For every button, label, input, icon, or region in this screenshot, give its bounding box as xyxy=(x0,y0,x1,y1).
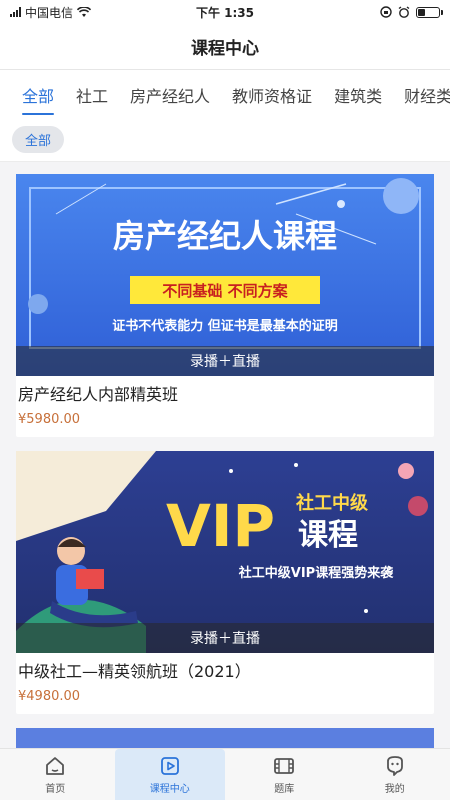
home-icon xyxy=(46,756,65,775)
nav-home-label: 首页 xyxy=(45,783,66,795)
banner-slogan: 证书不代表能力 但证书是最基本的证明 xyxy=(112,318,338,334)
tab-construction[interactable]: 建筑类 xyxy=(334,71,382,117)
banner-tagline: 不同基础 不同方案 xyxy=(162,282,288,300)
course-list[interactable]: 房产经纪人课程 不同基础 不同方案 证书不代表能力 但证书是最基本的证明 录播＋… xyxy=(0,162,450,752)
banner-sub1: 社工中级 xyxy=(296,492,369,514)
nav-home[interactable]: 首页 xyxy=(0,749,111,800)
profile-icon xyxy=(386,755,403,776)
signal-icon xyxy=(10,7,21,17)
carrier-name: 中国电信 xyxy=(25,5,74,20)
course-price: ¥4980.00 xyxy=(18,689,81,704)
course-title[interactable]: 中级社工—精英领航班（2021） xyxy=(18,661,432,683)
banner-vip: VIP xyxy=(166,492,275,560)
course-card[interactable]: VIP 社工中级 课程 社工中级VIP课程强势来袭 录播＋直播 中级社工—精英领… xyxy=(16,451,434,714)
nav-course-center[interactable]: 课程中心 xyxy=(114,749,225,800)
banner-headline: 房产经纪人课程 xyxy=(113,217,337,255)
course-banner[interactable]: 房产经纪人课程 不同基础 不同方案 证书不代表能力 但证书是最基本的证明 录播＋… xyxy=(16,174,434,376)
tab-finance[interactable]: 财经类 xyxy=(404,71,450,117)
course-banner[interactable] xyxy=(16,728,434,748)
banner-sub2: 课程 xyxy=(298,518,358,553)
banner-caption: 录播＋直播 xyxy=(16,623,434,653)
tab-all[interactable]: 全部 xyxy=(22,71,55,117)
tab-teacher-certificate[interactable]: 教师资格证 xyxy=(232,71,312,117)
status-bar: 中国电信 下午 1:35 xyxy=(0,0,450,24)
course-price: ¥5980.00 xyxy=(18,412,81,427)
battery-icon xyxy=(416,6,443,18)
course-card[interactable]: 房产经纪人课程 不同基础 不同方案 证书不代表能力 但证书是最基本的证明 录播＋… xyxy=(16,174,434,437)
course-card[interactable] xyxy=(16,728,434,748)
card-body: 房产经纪人内部精英班 ¥5980.00 xyxy=(16,376,434,437)
nav-course-center-label: 课程中心 xyxy=(149,783,190,795)
wifi-icon xyxy=(77,6,92,17)
banner-caption: 录播＋直播 xyxy=(16,346,434,376)
nav-question-bank-label: 题库 xyxy=(274,783,295,795)
status-right xyxy=(380,6,443,18)
filter-row: 全部 xyxy=(0,118,450,162)
course-banner[interactable]: VIP 社工中级 课程 社工中级VIP课程强势来袭 录播＋直播 xyxy=(16,451,434,653)
play-icon xyxy=(160,756,179,775)
banner-slogan: 社工中级VIP课程强势来袭 xyxy=(238,565,394,581)
film-icon xyxy=(274,757,295,774)
course-title[interactable]: 房产经纪人内部精英班 xyxy=(18,384,432,406)
status-left: 中国电信 xyxy=(10,4,92,21)
nav-question-bank[interactable]: 题库 xyxy=(229,749,340,800)
filter-chip-all[interactable]: 全部 xyxy=(12,126,65,153)
orientation-lock-icon xyxy=(380,6,392,18)
card-body: 中级社工—精英领航班（2021） ¥4980.00 xyxy=(16,653,434,714)
tab-real-estate-agent[interactable]: 房产经纪人 xyxy=(130,71,210,117)
tab-social-work[interactable]: 社工 xyxy=(76,71,108,117)
nav-profile[interactable]: 我的 xyxy=(340,749,450,800)
category-tabs: 全部 社工 房产经纪人 教师资格证 建筑类 财经类 xyxy=(0,70,450,118)
bottom-nav: 首页 课程中心 题库 我的 xyxy=(0,748,450,800)
alarm-icon xyxy=(398,6,410,18)
page-title: 课程中心 xyxy=(0,24,450,70)
nav-profile-label: 我的 xyxy=(384,783,405,795)
